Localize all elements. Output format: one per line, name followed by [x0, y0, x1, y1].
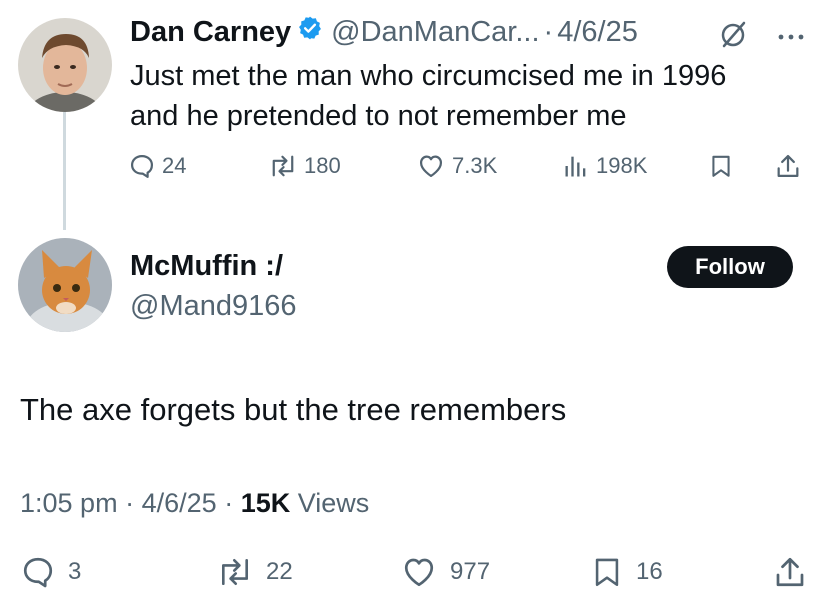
parent-reply-button[interactable]: 24: [128, 152, 186, 180]
bookmark-icon: [712, 155, 730, 177]
parent-like-count: 7.3K: [452, 153, 498, 178]
parent-date[interactable]: 4/6/25: [557, 14, 638, 50]
share-icon: [776, 557, 804, 587]
bookmark-icon: [595, 558, 619, 587]
parent-reply-count: 24: [162, 153, 187, 178]
parent-bookmark-button[interactable]: [708, 152, 734, 180]
reply-display-name[interactable]: McMuffin :/: [130, 248, 283, 284]
reply-tweet-text: The axe forgets but the tree remembers: [20, 392, 567, 427]
reply-time[interactable]: 1:05 pm: [20, 488, 118, 518]
parent-avatar[interactable]: [18, 18, 112, 112]
reply-repost-button[interactable]: 22: [216, 554, 293, 590]
thread-connector-line: [63, 112, 66, 230]
grok-icon[interactable]: [718, 18, 750, 55]
parent-views-button[interactable]: 198K: [562, 152, 647, 180]
reply-icon: [130, 154, 154, 178]
reply-bookmark-button[interactable]: 16: [590, 554, 663, 590]
reply-repost-count: 22: [266, 558, 293, 585]
parent-views-count: 198K: [596, 153, 648, 178]
reply-action-bar: 3 22 977 16: [20, 554, 820, 594]
reply-icon: [23, 557, 53, 588]
parent-text-line-1: Just met the man who circumcised me in 1…: [130, 60, 727, 92]
reply-share-button[interactable]: [772, 554, 808, 590]
parent-avatar-image: [18, 18, 112, 112]
parent-tweet-text: Just met the man who circumcised me in 1…: [130, 56, 810, 136]
parent-text-line-2: and he pretended to not remember me: [130, 100, 627, 132]
more-icon[interactable]: [776, 28, 806, 46]
share-icon: [777, 154, 799, 178]
parent-handle[interactable]: @DanManCar...: [331, 14, 539, 50]
views-icon: [565, 156, 586, 177]
reply-views-count: 15K: [240, 488, 291, 518]
parent-repost-count: 180: [304, 153, 341, 178]
like-icon: [404, 558, 434, 587]
reply-reply-button[interactable]: 3: [20, 554, 81, 590]
reply-avatar-image: [18, 238, 112, 332]
reply-like-button[interactable]: 977: [400, 554, 490, 590]
meta-separator: ·: [125, 488, 135, 518]
parent-action-bar: 24 180 7.3K 198K: [128, 152, 818, 192]
header-separator: ·: [543, 16, 554, 48]
repost-icon: [272, 155, 294, 177]
repost-icon: [221, 558, 249, 586]
like-icon: [419, 155, 443, 178]
parent-header: Dan Carney @DanManCar... · 4/6/25: [130, 14, 638, 50]
parent-like-button[interactable]: 7.3K: [416, 152, 497, 180]
reply-handle[interactable]: @Mand9166: [130, 288, 297, 324]
reply-like-count: 977: [450, 558, 491, 585]
reply-bookmark-count: 16: [636, 558, 663, 585]
parent-repost-button[interactable]: 180: [268, 152, 341, 180]
reply-reply-count: 3: [68, 558, 82, 585]
parent-display-name[interactable]: Dan Carney: [130, 14, 291, 50]
parent-share-button[interactable]: [774, 152, 802, 180]
meta-separator: ·: [224, 488, 234, 518]
reply-views-label: Views: [297, 488, 370, 518]
follow-button[interactable]: Follow: [667, 246, 793, 288]
reply-meta: 1:05 pm · 4/6/25 · 15K Views: [20, 486, 369, 520]
reply-avatar[interactable]: [18, 238, 112, 332]
reply-date[interactable]: 4/6/25: [142, 488, 217, 518]
verified-badge-icon: [297, 14, 323, 50]
